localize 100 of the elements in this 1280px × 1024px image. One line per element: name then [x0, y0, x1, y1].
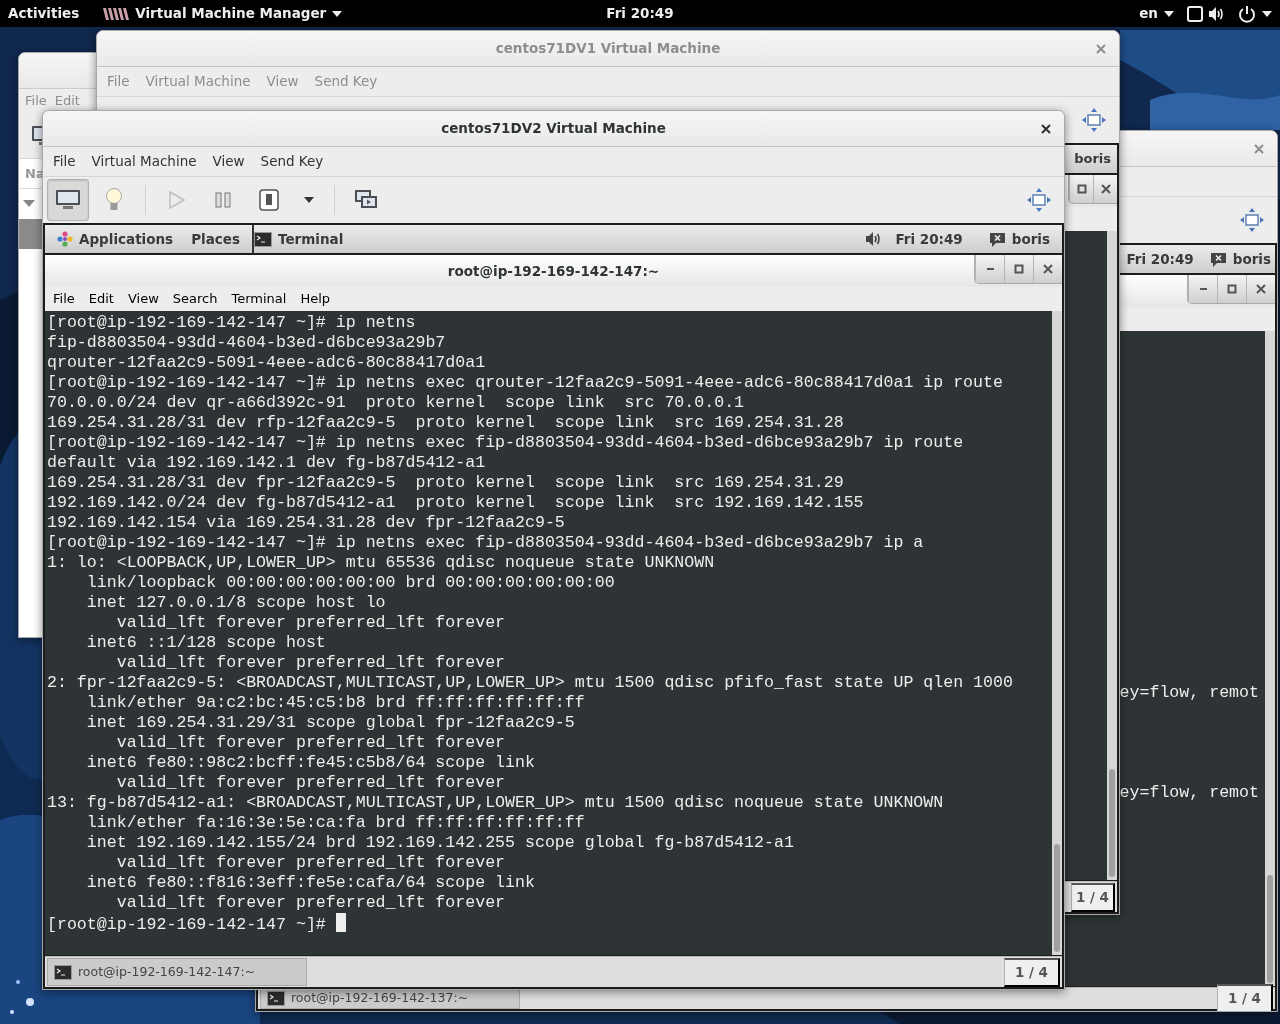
terminal-line: ey=flow, remot	[1119, 683, 1259, 703]
minimize-icon	[986, 268, 994, 270]
terminal-line: inet6 fe80::98c2:bcff:fe45:c5b8/64 scope link	[85, 753, 535, 773]
menu-item[interactable]: File	[47, 149, 82, 174]
terminal-line: [root@ip-192-169-142-147 ~]# ip netns exec fip-d8803504-93dd-4604-b3ed-d6bce93a29b7 ip a	[47, 533, 924, 553]
menu-item[interactable]: Edit	[82, 289, 120, 309]
terminal-line: 70.0.0.0/24 dev qr-a66d392c-91 proto kernel scope link src 70.0.0.1	[47, 393, 745, 413]
applications-icon	[57, 231, 73, 247]
maximize-icon	[1014, 264, 1024, 274]
workspace-switcher[interactable]: 1 / 4	[1070, 882, 1115, 912]
terminal-line: inet 169.254.31.29/31 scope global fpr-12faa2c9-5	[85, 713, 575, 733]
terminal-icon	[254, 231, 272, 247]
volume-icon	[1208, 5, 1226, 22]
terminal-line: link/ether 9a:c2:bc:45:c5:b8 brd ff:ff:ff:ff:ff:ff	[85, 693, 585, 713]
terminal-line: valid_lft forever preferred_lft forever	[115, 613, 506, 633]
caret-icon	[1164, 10, 1174, 17]
terminal-line: valid_lft forever preferred_lft forever	[115, 773, 506, 793]
bulb-icon	[105, 187, 123, 213]
workspace-switcher[interactable]: 1 / 4	[1003, 957, 1060, 987]
terminal-line: inet 192.169.142.155/24 brd 192.169.142.255 scope global fg-b87d5412-a1	[85, 833, 794, 853]
menu-item[interactable]: Virtual Machine	[85, 149, 203, 174]
monitor-icon	[55, 189, 81, 211]
menu-item[interactable]: Send Key	[254, 149, 330, 174]
menu-item[interactable]: File	[47, 289, 81, 309]
close-icon	[1040, 122, 1052, 135]
terminal-line: inet 127.0.0.1/8 scope host lo	[85, 593, 386, 613]
window-list-item[interactable]: root@ip-192-169-142-147:~	[47, 958, 307, 986]
close-icon	[1100, 184, 1111, 194]
maximize-icon	[1227, 284, 1237, 294]
scrollbar[interactable]	[1052, 311, 1062, 955]
app-menu[interactable]: Virtual Machine Manager	[95, 0, 351, 27]
close-icon	[1095, 42, 1107, 55]
message-icon	[1209, 250, 1227, 268]
pause-icon	[215, 191, 231, 209]
window-title: centos71DV2 Virtual Machine	[441, 119, 666, 139]
terminal-line: 1: lo: <LOOPBACK,UP,LOWER_UP> mtu 65536 qdisc noqueue state UNKNOWN	[47, 553, 715, 573]
terminal-line: valid_lft forever preferred_lft forever	[115, 733, 506, 753]
terminal-line: 169.254.31.28/31 dev rfp-12faa2c9-5 proto kernel scope link src 169.254.31.28	[47, 413, 844, 433]
terminal-line: valid_lft forever preferred_lft forever	[115, 893, 506, 913]
window-title: centos71DV1 Virtual Machine	[495, 39, 721, 59]
minimize-icon	[1199, 288, 1207, 290]
activities-button[interactable]: Activities	[0, 0, 88, 27]
clock-label[interactable]: Fri 20:49	[606, 3, 674, 24]
user-menu[interactable]: boris	[1072, 145, 1113, 173]
language-menu[interactable]: en	[1131, 0, 1182, 27]
workspace-switcher[interactable]: 1 / 4	[1216, 984, 1273, 1011]
caret-icon	[1262, 10, 1272, 17]
terminal-line: 192.169.142.154 via 169.254.31.28 dev fpr-12faa2c9-5	[47, 513, 565, 533]
menu-item[interactable]: Terminal	[225, 289, 293, 309]
terminal-line: [root@ip-192-169-142-147 ~]# ip netns exec fip-d8803504-93dd-4604-b3ed-d6bce93a29b7 ip route	[47, 433, 964, 453]
close-icon	[1253, 142, 1265, 155]
message-icon	[988, 230, 1006, 248]
maximize-button[interactable]	[1004, 255, 1033, 283]
close-icon	[1256, 284, 1266, 294]
monitors-icon	[354, 189, 378, 211]
window-title: root@ip-192-169-142-147:~	[447, 261, 660, 281]
terminal-line: fip-d8803504-93dd-4604-b3ed-d6bce93a29b7	[47, 333, 446, 353]
terminal-line: inet6 ::1/128 scope host	[85, 633, 326, 653]
caret-icon	[304, 197, 314, 203]
terminal-line: inet6 fe80::f816:3eff:fe5e:cafa/64 scope link	[85, 873, 535, 893]
menu-item[interactable]: Help	[294, 289, 337, 309]
fullscreen-icon	[1239, 207, 1265, 233]
terminal-line: valid_lft forever preferred_lft forever	[115, 653, 506, 673]
window-list-item[interactable]: root@ip-192-169-142-137:~	[260, 988, 520, 1009]
power-switch-icon	[259, 189, 279, 211]
expander-icon	[23, 200, 35, 208]
terminal-line: link/loopback 00:00:00:00:00:00 brd 00:00:00:00:00:00	[85, 573, 615, 593]
scrollbar[interactable]	[1107, 231, 1117, 880]
places-menu[interactable]: Places	[185, 225, 246, 253]
menu-item[interactable]: Search	[166, 289, 224, 309]
console-button[interactable]	[47, 179, 89, 221]
close-icon	[1043, 264, 1053, 274]
close-button[interactable]	[1033, 255, 1062, 283]
terminal-task-button[interactable]: Terminal	[252, 225, 350, 253]
terminal-line: 169.254.31.28/31 dev fpr-12faa2c9-5 proto kernel scope link src 169.254.31.29	[47, 473, 844, 493]
close-button[interactable]	[1246, 275, 1275, 303]
scrollbar[interactable]	[1265, 331, 1275, 986]
terminal-line: 192.169.142.0/24 dev fg-b87d5412-a1 proto kernel scope link src 192.169.142.155	[47, 493, 864, 513]
terminal-line: qrouter-12faa2c9-5091-4eee-adc6-80c88417d0a1	[47, 353, 486, 373]
clock-label[interactable]: Fri 20:49	[1124, 245, 1196, 273]
clock-label[interactable]: Fri 20:49	[889, 225, 969, 253]
applications-menu[interactable]: Applications	[51, 225, 180, 253]
menu-item[interactable]: View	[206, 149, 251, 174]
terminal-line: [root@ip-192-169-142-147 ~]# ip netns exec qrouter-12faa2c9-5091-4eee-adc6-80c88417d0a1 ip route	[47, 373, 1003, 393]
user-menu[interactable]: boris	[982, 225, 1056, 253]
caret-icon	[332, 10, 343, 17]
app-logo-icon	[103, 7, 130, 20]
window-icon	[1186, 4, 1204, 23]
text-cursor	[335, 913, 346, 932]
close-button[interactable]	[1093, 175, 1117, 203]
user-menu[interactable]: boris	[1207, 245, 1273, 273]
terminal-line: link/ether fa:16:3e:5e:ca:fa brd ff:ff:ff:ff:ff:ff	[85, 813, 585, 833]
terminal-line: 13: fg-b87d5412-a1: <BROADCAST,MULTICAST,UP,LOWER_UP> mtu 1500 qdisc noqueue state UNKNOWN	[47, 793, 944, 813]
terminal-line: [root@ip-192-169-142-147 ~]# ip netns	[47, 313, 416, 333]
terminal-line: valid_lft forever preferred_lft forever	[115, 853, 506, 873]
terminal-line: ey=flow, remot	[1119, 783, 1259, 803]
menu-item[interactable]: View	[121, 289, 165, 309]
terminal-icon	[54, 964, 72, 980]
maximize-button[interactable]	[1069, 175, 1093, 203]
maximize-button[interactable]	[1217, 275, 1246, 303]
